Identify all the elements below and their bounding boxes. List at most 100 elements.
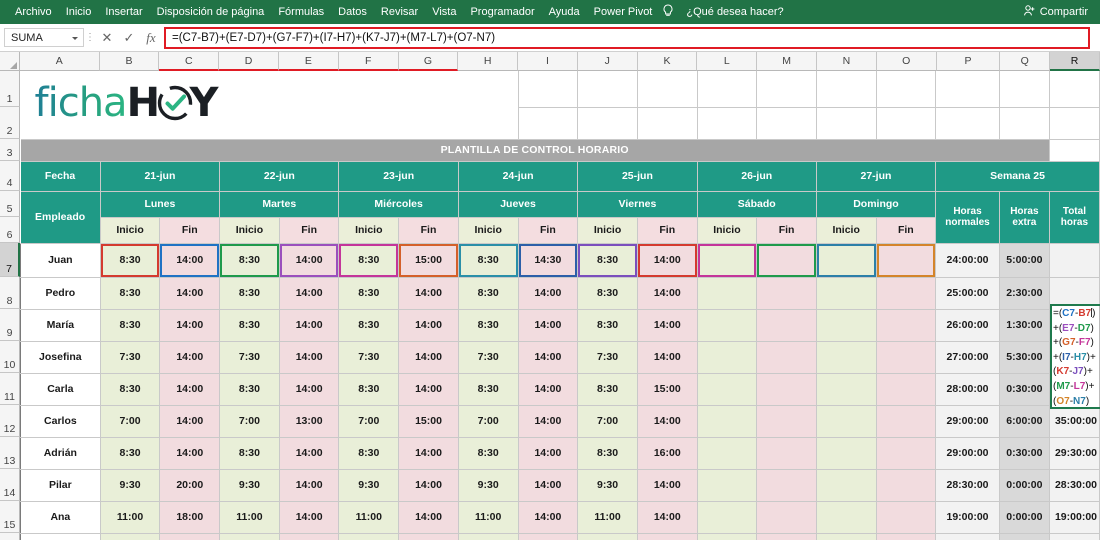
column-header-A[interactable]: A bbox=[19, 52, 100, 71]
row-header-16[interactable]: 16 bbox=[0, 533, 20, 540]
time-cell-N15[interactable] bbox=[816, 501, 877, 534]
column-header-K[interactable]: K bbox=[637, 52, 698, 71]
row-header-11[interactable]: 11 bbox=[0, 373, 20, 405]
time-cell-F10[interactable]: 7:30 bbox=[338, 341, 400, 374]
time-cell-N10[interactable] bbox=[816, 341, 877, 374]
time-cell-M16[interactable] bbox=[756, 533, 817, 540]
time-cell-J11[interactable]: 8:30 bbox=[577, 373, 638, 406]
time-cell-O9[interactable] bbox=[876, 309, 937, 342]
time-cell-K7[interactable]: 14:00 bbox=[637, 243, 698, 278]
employee-name-Pedro[interactable]: Pedro bbox=[20, 277, 101, 310]
time-cell-O8[interactable] bbox=[876, 277, 937, 310]
ribbon-tab-vista[interactable]: Vista bbox=[425, 0, 463, 24]
total-horas-Pilar[interactable]: 28:30:00 bbox=[1049, 469, 1100, 502]
employee-name-Carlos[interactable]: Carlos bbox=[20, 405, 101, 438]
time-cell-G7[interactable]: 15:00 bbox=[398, 243, 459, 278]
time-cell-D12[interactable]: 7:00 bbox=[219, 405, 280, 438]
horas-normales-Pilar[interactable]: 28:30:00 bbox=[935, 469, 1000, 502]
time-cell-E12[interactable]: 13:00 bbox=[279, 405, 340, 438]
cell-editor-r7[interactable]: =(C7-B7)+(E7-D7)+(G7-F7)+(I7-H7)+(K7-J7)… bbox=[1051, 305, 1100, 408]
time-cell-C13[interactable]: 14:00 bbox=[159, 437, 221, 470]
time-cell-K13[interactable]: 16:00 bbox=[637, 437, 698, 470]
time-cell-H12[interactable]: 7:00 bbox=[458, 405, 519, 438]
time-cell-D9[interactable]: 8:30 bbox=[219, 309, 280, 342]
formula-bar-handle[interactable]: ⋮ bbox=[84, 32, 96, 43]
time-cell-O14[interactable] bbox=[876, 469, 937, 502]
column-header-H[interactable]: H bbox=[458, 52, 519, 71]
time-cell-M7[interactable] bbox=[756, 243, 817, 278]
time-cell-F8[interactable]: 8:30 bbox=[338, 277, 400, 310]
time-cell-K9[interactable]: 14:00 bbox=[637, 309, 698, 342]
row-header-10[interactable]: 10 bbox=[0, 341, 20, 373]
time-cell-L12[interactable] bbox=[697, 405, 758, 438]
employee-name-Juan[interactable]: Juan bbox=[20, 243, 101, 278]
time-cell-I16[interactable]: 14:00 bbox=[518, 533, 579, 540]
horas-normales-Adrián[interactable]: 29:00:00 bbox=[935, 437, 1000, 470]
column-header-M[interactable]: M bbox=[757, 52, 818, 71]
horas-normales-Carla[interactable]: 28:00:00 bbox=[935, 373, 1000, 406]
time-cell-J15[interactable]: 11:00 bbox=[577, 501, 638, 534]
time-cell-H11[interactable]: 8:30 bbox=[458, 373, 519, 406]
time-cell-D10[interactable]: 7:30 bbox=[219, 341, 280, 374]
employee-name-Adrián[interactable]: Adrián bbox=[20, 437, 101, 470]
horas-normales-Carlos[interactable]: 29:00:00 bbox=[935, 405, 1000, 438]
time-cell-F16[interactable]: 7:00 bbox=[338, 533, 400, 540]
horas-extra-Carla[interactable]: 0:30:00 bbox=[999, 373, 1050, 406]
column-header-R[interactable]: R bbox=[1050, 52, 1100, 71]
row-header-2[interactable]: 2 bbox=[0, 107, 20, 139]
cell-row1-P[interactable] bbox=[935, 71, 1000, 108]
time-cell-C14[interactable]: 20:00 bbox=[159, 469, 221, 502]
horas-extra-Josefina[interactable]: 5:30:00 bbox=[999, 341, 1050, 374]
ribbon-tab-disposicion-de-pagina[interactable]: Disposición de página bbox=[150, 0, 272, 24]
row-header-15[interactable]: 15 bbox=[0, 501, 20, 533]
tell-me-box[interactable]: ¿Qué desea hacer? bbox=[679, 0, 790, 24]
time-cell-G12[interactable]: 15:00 bbox=[398, 405, 459, 438]
time-cell-F12[interactable]: 7:00 bbox=[338, 405, 400, 438]
time-cell-E8[interactable]: 14:00 bbox=[279, 277, 340, 310]
confirm-check-icon[interactable]: ✓ bbox=[118, 28, 140, 48]
time-cell-O11[interactable] bbox=[876, 373, 937, 406]
row-header-9[interactable]: 9 bbox=[0, 309, 20, 341]
time-cell-H15[interactable]: 11:00 bbox=[458, 501, 519, 534]
cell-row2-R[interactable] bbox=[1049, 107, 1100, 140]
time-cell-O16[interactable] bbox=[876, 533, 937, 540]
time-cell-F11[interactable]: 8:30 bbox=[338, 373, 400, 406]
ribbon-tab-datos[interactable]: Datos bbox=[331, 0, 374, 24]
time-cell-G14[interactable]: 14:00 bbox=[398, 469, 459, 502]
employee-name-Pilar[interactable]: Pilar bbox=[20, 469, 101, 502]
time-cell-D8[interactable]: 8:30 bbox=[219, 277, 280, 310]
time-cell-J7[interactable]: 8:30 bbox=[577, 243, 638, 278]
time-cell-J8[interactable]: 8:30 bbox=[577, 277, 638, 310]
ribbon-tab-power-pivot[interactable]: Power Pivot bbox=[587, 0, 660, 24]
time-cell-M13[interactable] bbox=[756, 437, 817, 470]
time-cell-B12[interactable]: 7:00 bbox=[100, 405, 161, 438]
time-cell-I10[interactable]: 14:00 bbox=[518, 341, 579, 374]
time-cell-G8[interactable]: 14:00 bbox=[398, 277, 459, 310]
cell-row1-Q[interactable] bbox=[999, 71, 1050, 108]
column-header-P[interactable]: P bbox=[936, 52, 1001, 71]
time-cell-E16[interactable]: 14:00 bbox=[279, 533, 340, 540]
time-cell-B16[interactable]: 7:00 bbox=[100, 533, 161, 540]
time-cell-F14[interactable]: 9:30 bbox=[338, 469, 400, 502]
time-cell-L14[interactable] bbox=[697, 469, 758, 502]
time-cell-O12[interactable] bbox=[876, 405, 937, 438]
time-cell-D13[interactable]: 8:30 bbox=[219, 437, 280, 470]
time-cell-B9[interactable]: 8:30 bbox=[100, 309, 161, 342]
time-cell-N14[interactable] bbox=[816, 469, 877, 502]
time-cell-E13[interactable]: 14:00 bbox=[279, 437, 340, 470]
insert-function-fx-icon[interactable]: fx bbox=[140, 28, 162, 48]
horas-extra-Cristian[interactable]: 2:00:00 bbox=[999, 533, 1050, 540]
time-cell-G13[interactable]: 14:00 bbox=[398, 437, 459, 470]
time-cell-M8[interactable] bbox=[756, 277, 817, 310]
time-cell-I9[interactable]: 14:00 bbox=[518, 309, 579, 342]
time-cell-F9[interactable]: 8:30 bbox=[338, 309, 400, 342]
time-cell-I15[interactable]: 14:00 bbox=[518, 501, 579, 534]
cell-row2-O[interactable] bbox=[876, 107, 937, 140]
cell-row2-J[interactable] bbox=[577, 107, 638, 140]
time-cell-B15[interactable]: 11:00 bbox=[100, 501, 161, 534]
horas-normales-Cristian[interactable]: 33:00:00 bbox=[935, 533, 1000, 540]
column-header-E[interactable]: E bbox=[278, 52, 339, 71]
column-header-B[interactable]: B bbox=[99, 52, 160, 71]
row-header-4[interactable]: 4 bbox=[0, 161, 20, 191]
cell-row2-P[interactable] bbox=[935, 107, 1000, 140]
